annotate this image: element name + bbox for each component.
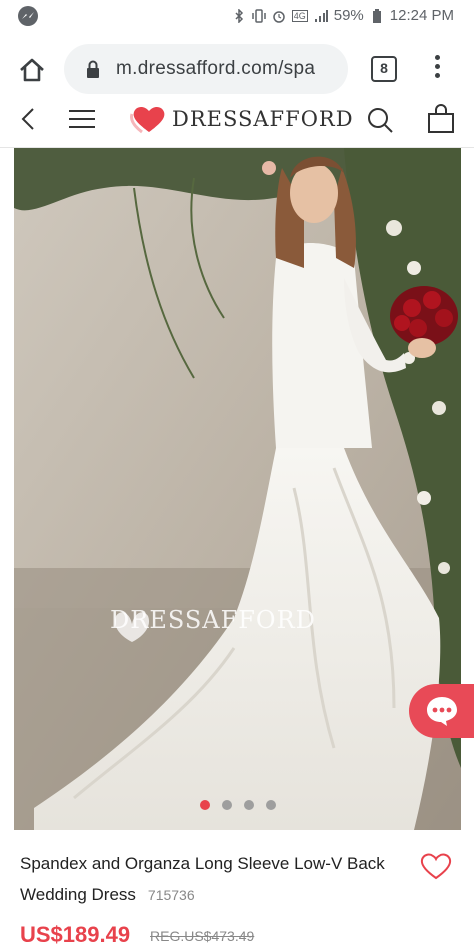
hamburger-icon[interactable]	[68, 108, 96, 130]
heart-icon[interactable]	[420, 852, 452, 880]
gallery-dot-1[interactable]	[200, 800, 210, 810]
site-logo[interactable]: DRESSAFFORD	[130, 104, 354, 134]
site-header: DRESSAFFORD	[0, 104, 474, 148]
gallery-pagination[interactable]	[200, 800, 276, 810]
vibrate-icon	[251, 8, 266, 23]
gallery-dot-3[interactable]	[244, 800, 254, 810]
clock: 12:24 PM	[389, 7, 454, 24]
search-icon[interactable]	[366, 106, 394, 134]
gallery-dot-2[interactable]	[222, 800, 232, 810]
tab-count: 8	[380, 60, 388, 76]
product-title-block: Spandex and Organza Long Sleeve Low-V Ba…	[20, 848, 400, 911]
url-text: m.dressafford.com/spa	[116, 58, 316, 79]
signal-icon	[314, 9, 328, 22]
network-label: 4G	[291, 9, 308, 22]
logo-heart-icon	[130, 106, 165, 134]
product-image-gallery[interactable]: DRESSAFFORD	[14, 148, 461, 830]
brand-name: DRESSAFFORD	[172, 107, 354, 131]
product-price: US$189.49	[20, 922, 131, 947]
watermark-butterfly-icon	[114, 612, 150, 642]
product-sku: 715736	[147, 887, 195, 903]
tabs-icon[interactable]: 8	[371, 56, 397, 82]
product-photo	[14, 148, 461, 830]
battery-level: 59%	[333, 7, 364, 24]
chat-icon	[427, 697, 457, 726]
bag-icon[interactable]	[426, 104, 456, 134]
messenger-icon	[18, 6, 38, 26]
browser-toolbar: m.dressafford.com/spa 8	[0, 34, 474, 104]
watermark: DRESSAFFORD	[110, 606, 316, 642]
battery-icon	[372, 8, 381, 23]
bluetooth-icon	[235, 8, 243, 23]
address-bar[interactable]: m.dressafford.com/spa	[64, 44, 348, 94]
back-icon[interactable]	[18, 106, 38, 132]
alarm-icon	[272, 10, 285, 23]
more-vert-icon[interactable]	[430, 55, 444, 85]
regular-price: REG.US$473.49	[150, 928, 255, 944]
lock-icon	[87, 60, 99, 78]
product-title: Spandex and Organza Long Sleeve Low-V Ba…	[20, 854, 385, 904]
status-icons: 4G 59% 12:24 PM	[232, 7, 454, 24]
status-bar: 4G 59% 12:24 PM	[0, 0, 474, 34]
home-icon[interactable]	[18, 56, 46, 84]
chat-button[interactable]	[409, 684, 474, 738]
gallery-dot-4[interactable]	[266, 800, 276, 810]
